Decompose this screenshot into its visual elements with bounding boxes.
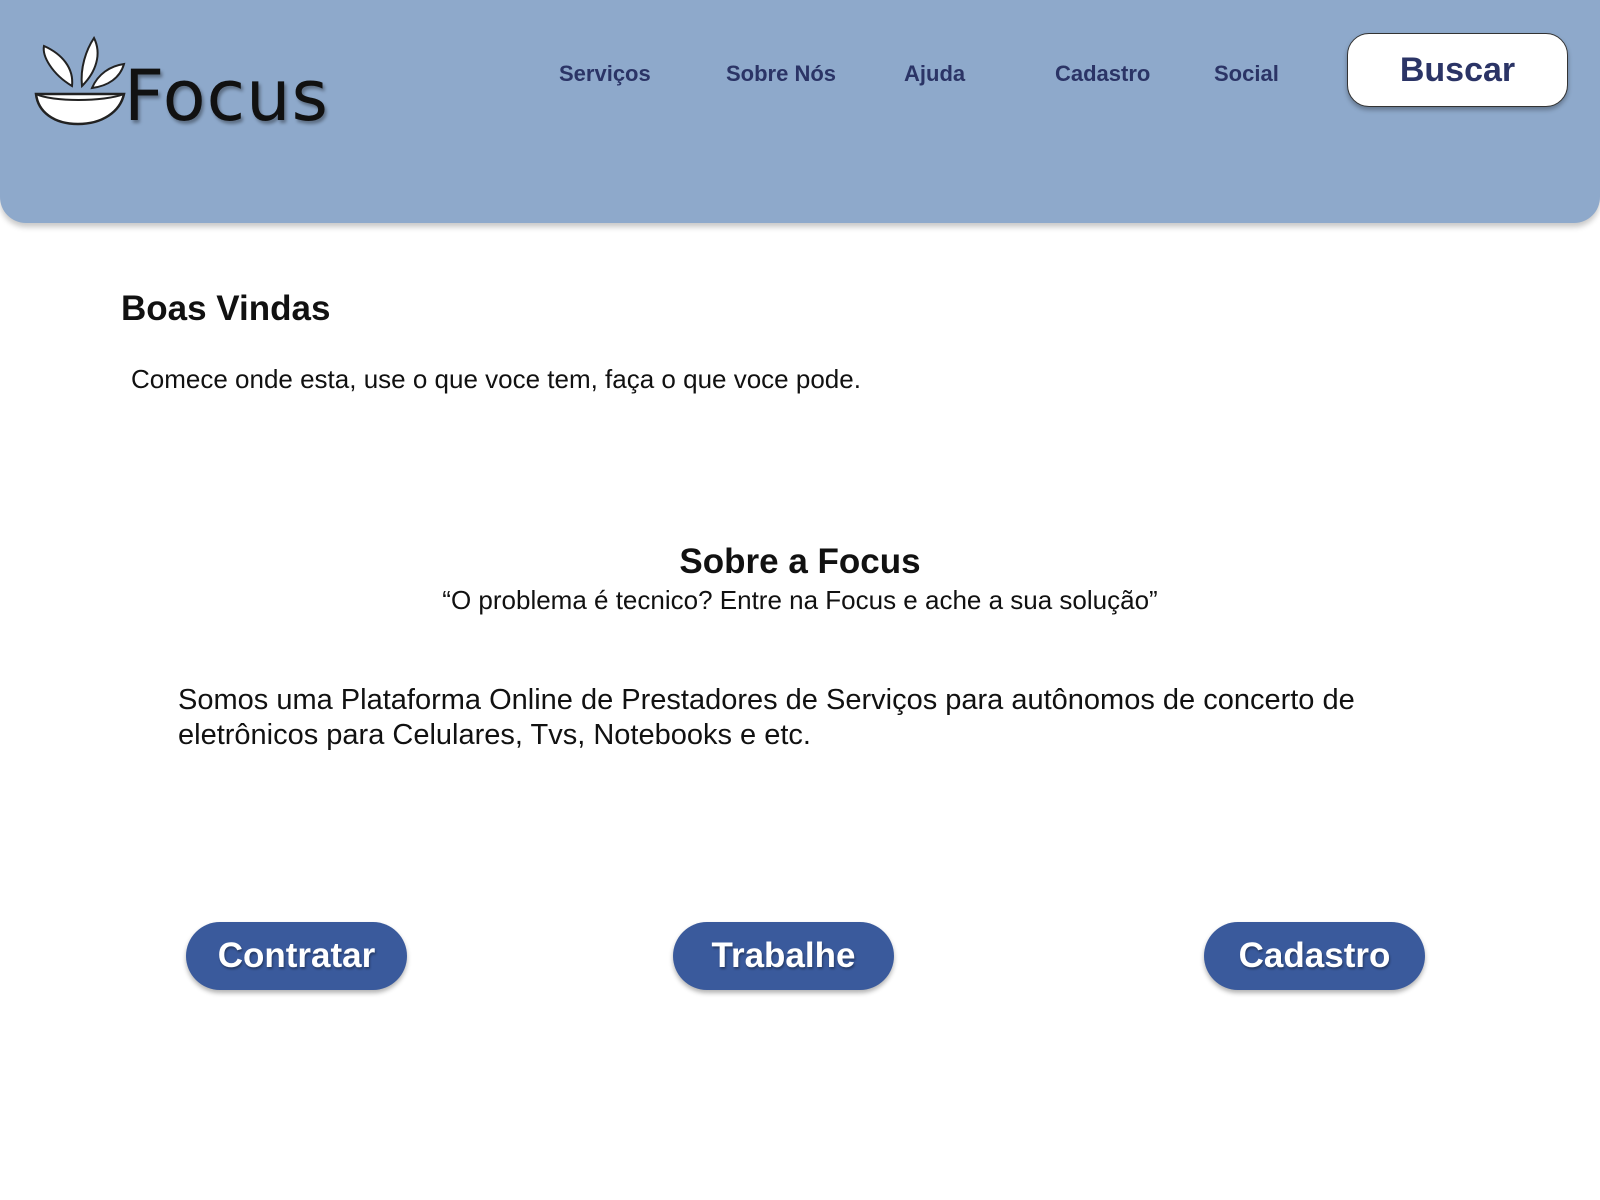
about-quote: “O problema é tecnico? Entre na Focus e … <box>442 585 1158 615</box>
nav-item-signup[interactable]: Cadastro <box>1055 58 1150 90</box>
welcome-title: Boas Vindas <box>121 289 331 328</box>
hire-button[interactable]: Contratar <box>186 922 407 990</box>
about-title: Sobre a Focus <box>679 542 921 581</box>
nav-item-social[interactable]: Social <box>1214 58 1279 90</box>
about-description: Somos uma Plataforma Online de Prestador… <box>178 684 1355 751</box>
work-button[interactable]: Trabalhe <box>673 922 894 990</box>
welcome-text: Comece onde esta, use o que voce tem, fa… <box>131 364 861 394</box>
signup-button[interactable]: Cadastro <box>1204 922 1425 990</box>
search-button[interactable]: Buscar <box>1347 33 1568 107</box>
nav-item-help[interactable]: Ajuda <box>904 58 965 90</box>
nav-item-about[interactable]: Sobre Nós <box>726 58 836 90</box>
page: Focus Serviços Sobre Nós Ajuda Cadastro … <box>0 0 1600 1200</box>
site-header: Focus Serviços Sobre Nós Ajuda Cadastro … <box>0 0 1600 223</box>
nav-item-services[interactable]: Serviços <box>559 58 651 90</box>
